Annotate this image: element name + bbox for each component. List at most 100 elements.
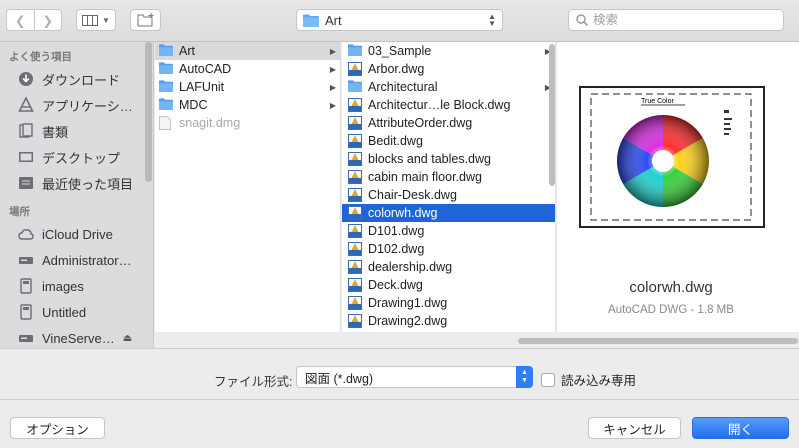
sidebar-item[interactable]: Administrator…: [0, 247, 153, 273]
sidebar-item[interactable]: 最近使った項目: [0, 170, 153, 196]
dwg-file-icon: [348, 116, 362, 130]
thumbnail-title: True Color: [641, 98, 674, 105]
folder-row[interactable]: Art ▶: [155, 42, 340, 60]
sidebar-item-label: images: [42, 278, 84, 294]
file-row[interactable]: snagit.dmg: [155, 114, 340, 132]
eject-icon[interactable]: ⏏: [123, 333, 132, 344]
folder-row[interactable]: AutoCAD ▶: [155, 60, 340, 78]
folder-icon: [159, 44, 173, 58]
open-button[interactable]: 開く: [692, 417, 789, 439]
disk-icon: [18, 304, 34, 320]
new-folder-button[interactable]: [130, 9, 161, 31]
row-label: MDC: [179, 98, 208, 112]
applications-icon: [18, 97, 34, 113]
sidebar-item-label: 最近使った項目: [42, 176, 134, 192]
sidebar-item-label: ダウンロード: [42, 72, 121, 88]
file-row[interactable]: dealership.dwg: [342, 258, 555, 276]
disk-icon: [18, 278, 34, 294]
file-row[interactable]: Arbor.dwg: [342, 60, 555, 78]
back-forward-control[interactable]: ❮ ❯: [6, 9, 62, 31]
sidebar-item[interactable]: iCloud Drive: [0, 221, 153, 247]
browser-column-1: Art ▶ AutoCAD ▶ LAFUnit ▶ MDC ▶ snagit.dmg: [155, 42, 341, 332]
sidebar-scrollbar[interactable]: [145, 42, 152, 182]
dwg-file-icon: [348, 260, 362, 274]
disclosure-arrow-icon: ▶: [329, 100, 336, 110]
sidebar-item[interactable]: Untitled: [0, 299, 153, 325]
sidebar-item-label: Untitled: [42, 304, 87, 320]
row-label: Bedit.dwg: [368, 134, 423, 148]
file-row[interactable]: Architectur…le Block.dwg: [342, 96, 555, 114]
file-format-value: 図面 (*.dwg): [305, 371, 374, 386]
file-row[interactable]: D101.dwg: [342, 222, 555, 240]
sidebar-item[interactable]: images: [0, 273, 153, 299]
folder-row[interactable]: Architectural ▶: [342, 78, 555, 96]
sidebar-item[interactable]: デスクトップ: [0, 144, 153, 170]
row-label: D102.dwg: [368, 242, 425, 256]
sidebar-item[interactable]: VineServe… ⏏: [0, 325, 153, 348]
horizontal-scrollbar[interactable]: [518, 338, 798, 344]
dwg-file-icon: [348, 170, 362, 184]
file-row[interactable]: Bedit.dwg: [342, 132, 555, 150]
path-label: Art: [325, 12, 342, 28]
bottom-bar: ファイル形式: 図面 (*.dwg) ▲ ▼ 読み込み専用 オプション キャンセル…: [0, 348, 799, 448]
sidebar-item[interactable]: アプリケーシ…: [0, 92, 153, 118]
folder-row[interactable]: 03_Sample ▶: [342, 42, 555, 60]
sidebar-item-label: iCloud Drive: [42, 226, 113, 242]
drive-icon: [18, 330, 34, 346]
folder-icon: [348, 44, 362, 58]
dwg-file-icon: [348, 152, 362, 166]
up-down-chevron-icon: ▲ ▼: [488, 12, 496, 28]
disclosure-arrow-icon: ▶: [329, 46, 336, 56]
file-row[interactable]: Deck.dwg: [342, 276, 555, 294]
checkbox-box[interactable]: [541, 372, 555, 387]
file-row[interactable]: Drawing1.dwg: [342, 294, 555, 312]
dwg-file-icon: [348, 314, 362, 328]
row-label: dealership.dwg: [368, 260, 453, 274]
back-button[interactable]: ❮: [7, 10, 35, 30]
row-label: Chair-Desk.dwg: [368, 188, 457, 202]
options-button[interactable]: オプション: [10, 417, 105, 439]
forward-button[interactable]: ❯: [35, 10, 62, 30]
disclosure-arrow-icon: ▶: [329, 64, 336, 74]
sidebar-item-label: デスクトップ: [42, 150, 121, 166]
file-row[interactable]: cabin main floor.dwg: [342, 168, 555, 186]
dwg-file-icon: [348, 278, 362, 292]
path-popup[interactable]: Art ▲ ▼: [296, 9, 503, 31]
cloud-icon: [18, 226, 34, 242]
sidebar-item-label: 書類: [42, 124, 69, 140]
readonly-checkbox[interactable]: 読み込み専用: [541, 370, 636, 389]
file-row[interactable]: colorwh.dwg: [342, 204, 555, 222]
file-row[interactable]: Drawing2.dwg: [342, 312, 555, 330]
dwg-file-icon: [348, 98, 362, 112]
search-input[interactable]: [593, 13, 773, 27]
view-mode-button[interactable]: ▼: [76, 9, 116, 31]
folder-icon: [159, 62, 173, 76]
folder-row[interactable]: LAFUnit ▶: [155, 78, 340, 96]
file-format-select[interactable]: 図面 (*.dwg) ▲ ▼: [296, 366, 533, 388]
row-label: Deck.dwg: [368, 278, 423, 292]
row-label: Drawing1.dwg: [368, 296, 448, 310]
chevron-right-icon: ❯: [42, 13, 53, 28]
favorites-header: よく使う項目: [9, 51, 72, 63]
column-scrollbar[interactable]: [549, 44, 555, 186]
divider: [0, 399, 799, 400]
columns-view-icon: [82, 14, 99, 26]
file-row[interactable]: D102.dwg: [342, 240, 555, 258]
folder-row[interactable]: MDC ▶: [155, 96, 340, 114]
file-row[interactable]: AttributeOrder.dwg: [342, 114, 555, 132]
folder-icon: [348, 80, 362, 94]
sidebar-item[interactable]: ダウンロード: [0, 66, 153, 92]
cancel-button[interactable]: キャンセル: [588, 417, 681, 439]
sidebar: よく使う項目 ダウンロード アプリケーシ… 書類 デスクトップ 最近使った項目 場所 i…: [0, 42, 154, 348]
browser-column-2: 03_Sample ▶ Arbor.dwg Architectural ▶ Archite…: [342, 42, 556, 332]
dwg-file-icon: [348, 188, 362, 202]
sidebar-item[interactable]: 書類: [0, 118, 153, 144]
file-row[interactable]: Chair-Desk.dwg: [342, 186, 555, 204]
drawing-thumbnail: True Color: [579, 86, 765, 228]
preview-pane: True Color colorwh.dwg AutoCAD DWG - 1.8…: [557, 42, 799, 332]
file-row[interactable]: blocks and tables.dwg: [342, 150, 555, 168]
row-label: AutoCAD: [179, 62, 232, 76]
search-field[interactable]: [568, 9, 784, 31]
row-label: Architectur…le Block.dwg: [368, 98, 511, 112]
chevron-down-icon: ▼: [102, 15, 110, 25]
